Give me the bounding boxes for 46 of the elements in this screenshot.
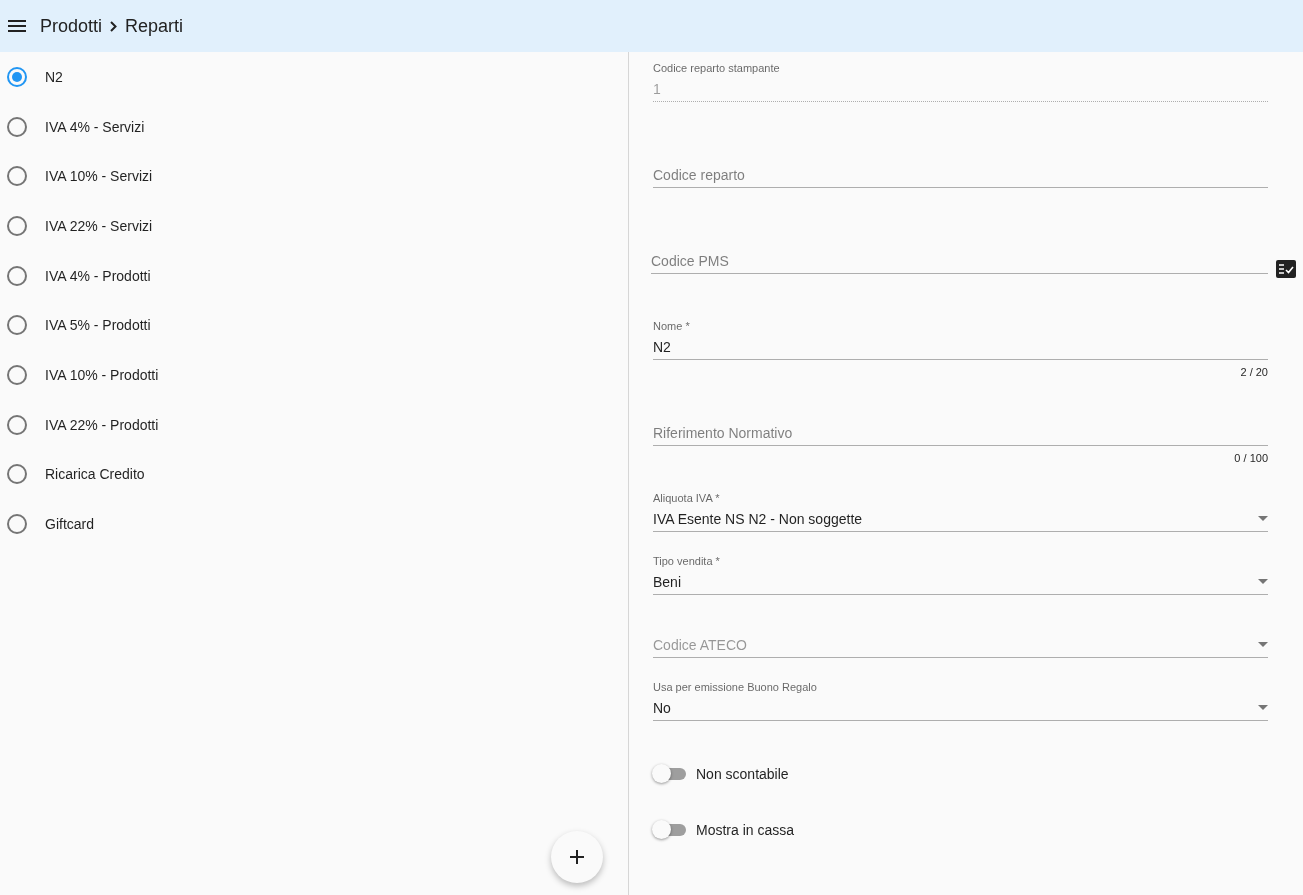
input-field[interactable]: Codice reparto [653,166,1268,183]
department-item[interactable]: N2 [0,52,628,102]
character-counter: 0 / 100 [1234,452,1268,464]
breadcrumb-item[interactable]: Prodotti [40,15,103,37]
radio-button[interactable] [7,414,27,435]
radio-button[interactable] [7,364,27,385]
department-item[interactable]: IVA 4% - Prodotti [0,250,628,301]
department-item[interactable]: IVA 10% - Prodotti [0,350,628,400]
department-item[interactable]: IVA 5% - Prodotti [0,300,628,351]
input-field[interactable]: Codice PMS [651,252,1268,269]
checklist-icon[interactable] [1276,260,1296,278]
department-item[interactable]: IVA 10% - Servizi [0,151,628,202]
radio-button[interactable] [7,464,27,485]
department-item[interactable]: Giftcard [0,499,628,549]
radio-button[interactable] [7,315,27,336]
dropdown-caret-icon [1258,579,1268,584]
department-item[interactable]: IVA 22% - Prodotti [0,399,628,450]
dropdown-caret-icon [1258,642,1268,647]
radio-button[interactable] [7,166,27,187]
field-label: Nome * [653,319,691,334]
chevron-right-icon [110,20,118,32]
plus-icon [570,850,584,864]
input-field[interactable]: N2 [653,338,1268,355]
field-label: Codice reparto stampante [653,61,781,76]
department-item[interactable]: IVA 4% - Servizi [0,101,628,152]
department-item[interactable]: IVA 22% - Servizi [0,201,628,251]
select-field[interactable]: Beni [653,569,1268,595]
dropdown-caret-icon [1258,705,1268,710]
field-label: Usa per emissione Buono Regalo [653,680,818,695]
select-field[interactable]: No [653,695,1268,721]
radio-button[interactable] [7,116,27,137]
radio-button[interactable] [7,265,27,286]
dropdown-caret-icon [1258,516,1268,521]
input-field[interactable]: Riferimento Normativo [653,424,1268,441]
menu-icon[interactable] [8,20,26,32]
select-field[interactable]: IVA Esente NS N2 - Non soggette [653,506,1268,532]
switch-label: Non scontabile [696,766,789,782]
radio-button[interactable] [7,66,27,87]
character-counter: 2 / 20 [1240,366,1268,378]
switch-label: Mostra in cassa [696,822,795,838]
radio-button[interactable] [7,215,27,236]
field-label: Tipo vendita * [653,554,721,569]
radio-button[interactable] [7,514,27,535]
department-item[interactable]: Ricarica Credito [0,449,628,500]
field-label: Aliquota IVA * [653,491,721,506]
breadcrumb-item: Reparti [125,15,184,37]
